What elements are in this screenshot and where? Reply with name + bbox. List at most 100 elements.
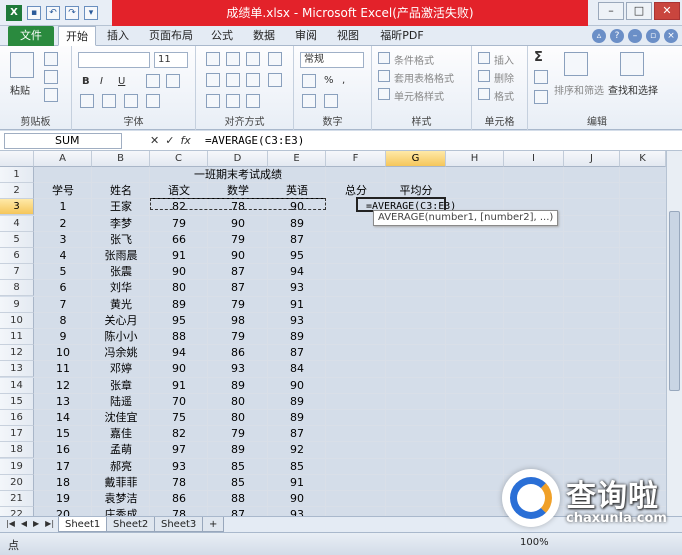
- cell[interactable]: 90: [150, 361, 208, 377]
- cell[interactable]: 87: [208, 264, 268, 280]
- column-header[interactable]: I: [504, 151, 564, 167]
- cell[interactable]: 85: [208, 475, 268, 491]
- find-select-button[interactable]: 查找和选择: [608, 82, 658, 97]
- cell[interactable]: 87: [208, 280, 268, 296]
- increase-decimal-icon[interactable]: [302, 94, 316, 108]
- cell[interactable]: 15: [34, 426, 92, 442]
- cell[interactable]: 嘉佳: [92, 426, 150, 442]
- cell[interactable]: 89: [268, 394, 326, 410]
- minimize-ribbon-icon[interactable]: ▵: [592, 29, 606, 43]
- new-sheet-icon[interactable]: +: [202, 517, 224, 532]
- cell[interactable]: 91: [268, 297, 326, 313]
- row-header[interactable]: 6: [0, 248, 34, 264]
- decrease-indent-icon[interactable]: [206, 94, 220, 108]
- cell[interactable]: 85: [208, 459, 268, 475]
- format-painter-icon[interactable]: [44, 88, 58, 102]
- vertical-scrollbar[interactable]: [666, 151, 682, 516]
- header-cell[interactable]: 英语: [268, 183, 326, 200]
- cell[interactable]: 5: [34, 264, 92, 280]
- header-cell[interactable]: 学号: [34, 183, 92, 199]
- cell[interactable]: 70: [150, 394, 208, 410]
- wrap-text-icon[interactable]: [268, 52, 282, 66]
- column-header[interactable]: E: [268, 151, 326, 167]
- row-header[interactable]: 2: [0, 183, 34, 200]
- orientation-icon[interactable]: [246, 94, 260, 108]
- cell[interactable]: 张雨晨: [92, 248, 150, 264]
- number-format-combo[interactable]: 常规: [300, 52, 364, 68]
- cell[interactable]: 89: [268, 216, 326, 232]
- increase-font-icon[interactable]: [146, 74, 160, 88]
- undo-icon[interactable]: ↶: [46, 6, 60, 20]
- select-all-corner[interactable]: [0, 151, 34, 167]
- cell[interactable]: 89: [208, 378, 268, 394]
- cell[interactable]: 79: [208, 297, 268, 313]
- cell[interactable]: 80: [150, 280, 208, 296]
- cell[interactable]: 82: [150, 199, 208, 215]
- cell[interactable]: 戴菲菲: [92, 475, 150, 491]
- last-sheet-icon[interactable]: ▶|: [45, 519, 54, 528]
- merge-center-icon[interactable]: [268, 73, 282, 87]
- cell-styles-button[interactable]: 单元格样式: [394, 88, 444, 103]
- cell[interactable]: 张震: [92, 264, 150, 280]
- row-header[interactable]: 9: [0, 296, 34, 313]
- border-icon[interactable]: [80, 94, 94, 108]
- column-header[interactable]: H: [446, 151, 504, 167]
- insert-cells-button[interactable]: 插入: [494, 52, 514, 67]
- find-select-icon[interactable]: [620, 52, 644, 76]
- font-size-combo[interactable]: 11: [154, 52, 188, 68]
- column-header[interactable]: K: [620, 151, 666, 167]
- paste-button[interactable]: 粘贴: [10, 82, 30, 97]
- tab-home[interactable]: 开始: [58, 26, 96, 46]
- cell[interactable]: 3: [34, 232, 92, 248]
- paste-icon[interactable]: [10, 52, 34, 78]
- align-left-icon[interactable]: [206, 73, 220, 87]
- column-header[interactable]: C: [150, 151, 208, 167]
- tab-foxit-pdf[interactable]: 福昕PDF: [374, 26, 430, 46]
- cell[interactable]: 7: [34, 297, 92, 313]
- cell[interactable]: 17: [34, 459, 92, 475]
- cell[interactable]: 93: [268, 280, 326, 296]
- cell[interactable]: 93: [268, 313, 326, 329]
- cell[interactable]: 陆遥: [92, 394, 150, 410]
- row-header[interactable]: 12: [0, 345, 34, 362]
- cell[interactable]: 87: [268, 345, 326, 361]
- save-icon[interactable]: ▪: [27, 6, 41, 20]
- cell[interactable]: 6: [34, 280, 92, 296]
- cell[interactable]: 79: [208, 426, 268, 442]
- delete-cells-button[interactable]: 删除: [494, 70, 514, 85]
- bold-button[interactable]: B: [82, 76, 90, 87]
- align-top-icon[interactable]: [206, 52, 220, 66]
- sheet-tab-3[interactable]: Sheet3: [154, 517, 204, 532]
- cell[interactable]: 90: [150, 264, 208, 280]
- cell[interactable]: 89: [208, 442, 268, 458]
- minimize-button[interactable]: –: [598, 2, 624, 20]
- row-header[interactable]: 17: [0, 426, 34, 443]
- row-header[interactable]: 13: [0, 361, 34, 378]
- close-button[interactable]: ✕: [654, 2, 680, 20]
- row-header[interactable]: 21: [0, 491, 34, 507]
- workbook-restore-icon[interactable]: ▫: [646, 29, 660, 43]
- cell[interactable]: 79: [208, 232, 268, 248]
- cell[interactable]: 79: [150, 216, 208, 232]
- row-header[interactable]: 15: [0, 393, 34, 410]
- row-header[interactable]: 1: [0, 167, 34, 183]
- header-cell[interactable]: 姓名: [92, 183, 150, 199]
- row-header[interactable]: 14: [0, 377, 34, 394]
- font-name-combo[interactable]: [78, 52, 150, 68]
- cell[interactable]: 87: [268, 232, 326, 248]
- cell[interactable]: 84: [268, 361, 326, 377]
- name-box[interactable]: SUM: [4, 133, 122, 149]
- tab-formulas[interactable]: 公式: [206, 26, 238, 46]
- cell[interactable]: 18: [34, 475, 92, 491]
- align-right-icon[interactable]: [246, 73, 260, 87]
- customize-qat-icon[interactable]: ▾: [84, 6, 98, 20]
- cell[interactable]: 80: [208, 410, 268, 426]
- align-center-icon[interactable]: [226, 73, 240, 87]
- cell[interactable]: 80: [208, 394, 268, 410]
- table-format-button[interactable]: 套用表格格式: [394, 70, 454, 85]
- redo-icon[interactable]: ↷: [65, 6, 79, 20]
- help-icon[interactable]: ?: [610, 29, 624, 43]
- cell[interactable]: 刘华: [92, 280, 150, 296]
- cell[interactable]: 79: [208, 329, 268, 345]
- comma-button[interactable]: ,: [342, 75, 345, 86]
